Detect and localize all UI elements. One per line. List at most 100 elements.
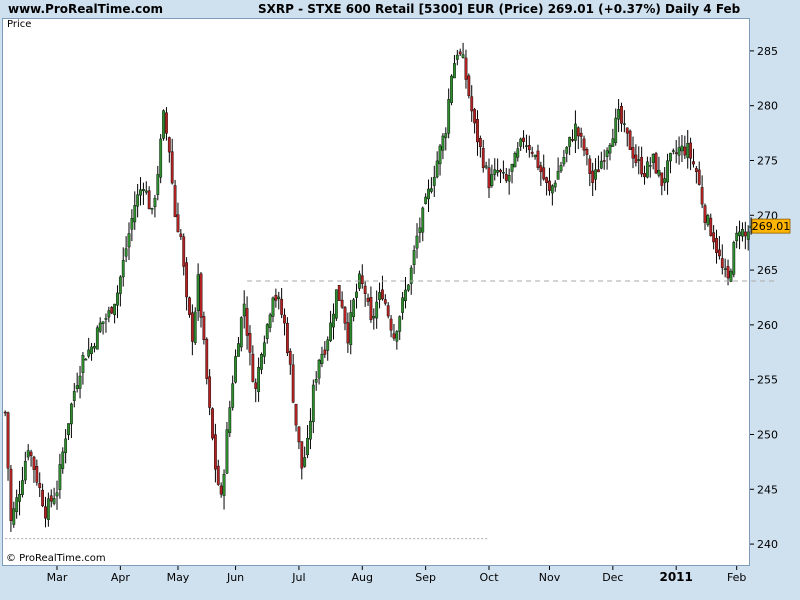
candle-body <box>732 242 736 275</box>
candle-body <box>450 75 453 103</box>
x-tick-label: Feb <box>727 571 746 584</box>
candle-body <box>622 123 626 125</box>
candle-body <box>9 468 13 521</box>
candle-body <box>481 147 485 168</box>
candle-body <box>84 358 88 361</box>
candle-body <box>392 333 396 339</box>
candle-body <box>530 151 534 154</box>
candle-body <box>265 324 269 339</box>
candle-body <box>147 190 151 210</box>
candle-body <box>502 172 505 174</box>
candle-body <box>525 145 528 147</box>
candle-body <box>67 423 70 436</box>
last-price-tag: 269.01 <box>751 218 791 234</box>
candle-body <box>712 232 716 243</box>
candle-body <box>677 147 681 156</box>
x-tick-label: May <box>167 571 190 584</box>
candle-body <box>262 342 266 357</box>
candle-body <box>510 163 514 172</box>
candle-body <box>438 145 442 165</box>
candle-body <box>689 142 693 159</box>
candle-body <box>490 174 494 187</box>
candle-body <box>237 343 240 357</box>
candle-body <box>271 297 275 317</box>
candle-body <box>576 127 580 137</box>
y-tick-label: 250 <box>757 428 778 441</box>
candle-body <box>72 391 76 401</box>
candle-body <box>216 465 220 485</box>
candle-body <box>692 161 695 165</box>
candle-body <box>346 322 350 344</box>
candle-body <box>205 338 209 380</box>
candle-body <box>38 482 42 488</box>
candle-body <box>455 54 459 60</box>
candle-body <box>519 138 523 147</box>
candle-body <box>202 316 206 340</box>
candle-body <box>116 292 119 306</box>
candle-body <box>643 173 646 178</box>
candle-body <box>176 214 180 233</box>
price-chart[interactable]: 240245250255260265270275280285 Mar Apr May… <box>0 0 800 600</box>
candle-body <box>723 268 727 270</box>
candle-body <box>309 420 312 440</box>
x-tick-label: Apr <box>111 571 131 584</box>
candle-body <box>735 232 739 242</box>
candle-body <box>550 185 554 194</box>
candle-body <box>323 349 327 355</box>
candle-body <box>35 466 39 483</box>
candle-body <box>337 285 341 301</box>
candle-body <box>124 248 128 257</box>
reference-lines-group <box>5 280 775 540</box>
candle-body <box>412 250 416 265</box>
candle-body <box>640 157 644 175</box>
candle-body <box>663 178 667 184</box>
candle-body <box>58 464 62 490</box>
candle-body <box>334 289 338 319</box>
candle-body <box>453 63 456 79</box>
candle-body <box>3 411 7 414</box>
candle-body <box>136 194 140 207</box>
candle-body <box>211 408 214 439</box>
candle-body <box>75 385 79 389</box>
candle-body <box>378 292 381 301</box>
candle-body <box>418 227 422 233</box>
candle-body <box>458 51 462 55</box>
candle-body <box>401 297 404 313</box>
candle-body <box>461 54 465 58</box>
y-tick-label: 265 <box>757 264 778 277</box>
candle-body <box>565 147 569 154</box>
candle-body <box>421 207 425 233</box>
candle-body <box>6 412 10 469</box>
candle-body <box>15 497 19 512</box>
candle-body <box>343 307 347 324</box>
candle-body <box>637 159 641 161</box>
candle-body <box>415 235 419 249</box>
candle-body <box>507 175 511 182</box>
chart-window: www.ProRealTime.com SXRP - STXE 600 Reta… <box>0 0 800 600</box>
candle-body <box>179 233 183 237</box>
candle-body <box>516 148 520 158</box>
candle-body <box>12 508 16 525</box>
candle-body <box>317 359 321 379</box>
candle-body <box>303 457 307 467</box>
candle-body <box>660 172 664 186</box>
candle-body <box>648 165 652 167</box>
candle-body <box>23 461 27 481</box>
candle-body <box>196 274 200 312</box>
candle-body <box>709 217 713 236</box>
candle-body <box>522 137 525 142</box>
candle-body <box>44 506 47 519</box>
x-axis: Mar Apr May Jun Jul Aug Sep Oct Nov Dec 2011 Feb <box>47 566 746 584</box>
y-axis: 240245250255260265270275280285 <box>750 45 778 551</box>
y-tick-label: 280 <box>757 100 778 113</box>
candle-body <box>104 318 108 320</box>
candle-body <box>228 407 232 433</box>
candle-body <box>64 438 68 454</box>
y-tick-label: 275 <box>757 154 778 167</box>
candle-body <box>320 353 324 364</box>
last-price-label: 269.01 <box>752 220 791 233</box>
candle-body <box>219 485 223 495</box>
candle-body <box>41 489 45 507</box>
candle-body <box>654 153 658 174</box>
candle-body <box>257 367 260 392</box>
